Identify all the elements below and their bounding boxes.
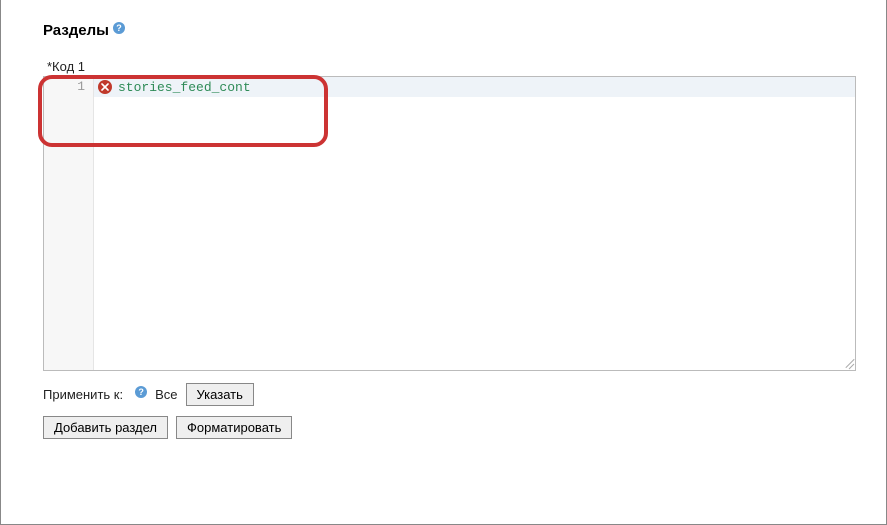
apply-to-row: Применить к: ? Все Указать <box>43 383 856 406</box>
page-title: Разделы <box>43 22 109 39</box>
action-buttons: Добавить раздел Форматировать <box>43 416 856 439</box>
help-icon[interactable]: ? <box>135 386 147 398</box>
code-text: stories_feed_cont <box>118 80 251 95</box>
help-icon[interactable]: ? <box>113 22 125 34</box>
section-header: Разделы ? <box>43 22 856 39</box>
editor-gutter: 1 <box>44 77 94 370</box>
code-line[interactable]: stories_feed_cont <box>94 77 855 97</box>
add-section-button[interactable]: Добавить раздел <box>43 416 168 439</box>
code-label: *Код 1 <box>47 59 856 74</box>
code-editor[interactable]: 1 stories_feed_cont <box>43 76 856 371</box>
apply-to-label: Применить к: <box>43 387 123 402</box>
resize-handle-icon[interactable] <box>840 355 854 369</box>
error-icon <box>98 80 112 94</box>
line-number: 1 <box>44 77 93 97</box>
specify-button[interactable]: Указать <box>186 383 254 406</box>
apply-to-value: Все <box>155 387 177 402</box>
format-button[interactable]: Форматировать <box>176 416 292 439</box>
